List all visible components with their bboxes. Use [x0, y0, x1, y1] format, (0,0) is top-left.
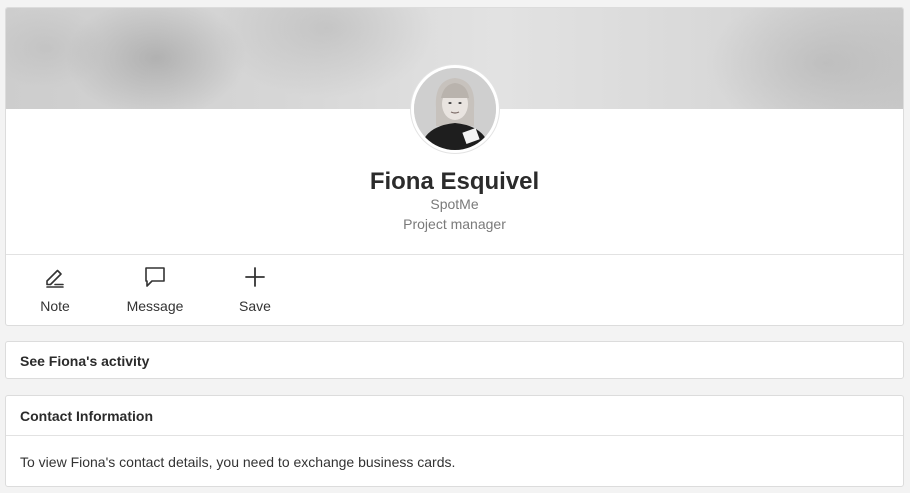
activity-title: See Fiona's activity — [20, 353, 150, 369]
plus-icon — [243, 265, 267, 289]
action-bar: Note Message Save — [6, 255, 903, 325]
message-button[interactable]: Message — [110, 255, 200, 325]
note-edit-icon — [43, 265, 67, 289]
profile-card: Fiona Esquivel SpotMe Project manager No… — [5, 7, 904, 326]
save-label: Save — [239, 298, 271, 314]
note-button[interactable]: Note — [10, 255, 100, 325]
save-button[interactable]: Save — [210, 255, 300, 325]
contact-title: Contact Information — [20, 408, 153, 424]
contact-section: Contact Information To view Fiona's cont… — [5, 395, 904, 487]
profile-name: Fiona Esquivel — [369, 168, 540, 195]
message-label: Message — [126, 298, 184, 314]
profile-role: Project manager — [403, 216, 506, 232]
avatar[interactable] — [411, 65, 499, 153]
contact-message: To view Fiona's contact details, you nee… — [20, 454, 456, 470]
avatar-photo — [414, 68, 496, 150]
contact-divider — [6, 435, 903, 436]
message-bubble-icon — [143, 265, 167, 289]
activity-section[interactable]: See Fiona's activity — [5, 341, 904, 379]
note-label: Note — [40, 298, 70, 314]
profile-company: SpotMe — [430, 196, 479, 212]
